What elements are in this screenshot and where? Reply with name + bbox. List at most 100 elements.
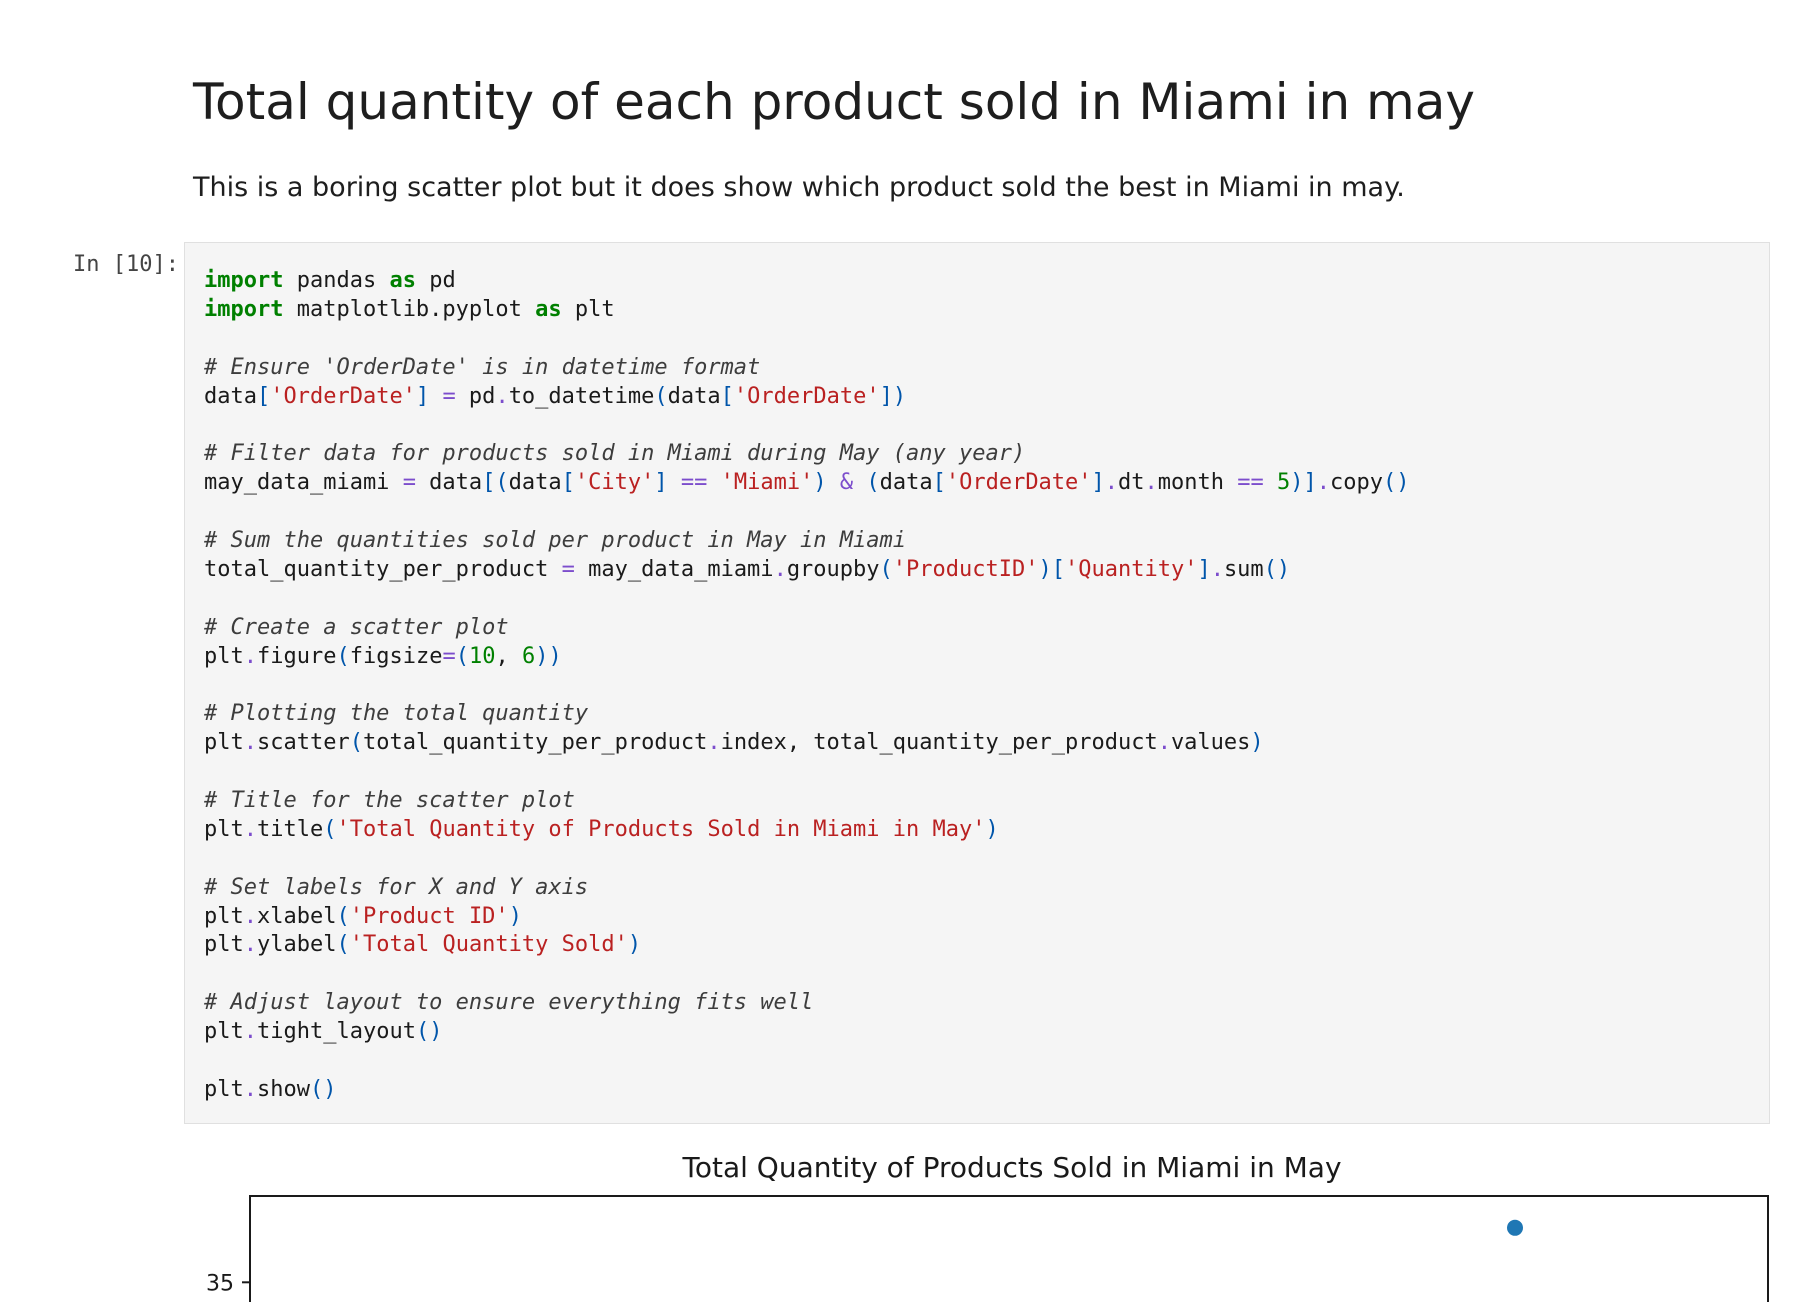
markdown-heading: Total quantity of each product sold in M… <box>193 73 1475 131</box>
code-token: 'Miami' <box>720 470 814 496</box>
code-line: # Adjust layout to ensure everything fit… <box>204 989 1410 1018</box>
code-token: pandas <box>283 268 390 293</box>
code-token: )[ <box>1038 556 1065 582</box>
code-token: # Set labels for X and Y axis <box>204 874 589 900</box>
code-token: plt <box>561 296 615 322</box>
code-token: pd <box>455 383 496 409</box>
code-token: copy <box>1330 470 1384 496</box>
code-token: ] <box>1197 556 1211 582</box>
code-token: == <box>1237 470 1264 496</box>
code-token: # Ensure 'OrderDate' is in datetime form… <box>204 354 761 380</box>
code-token: tight_layout <box>257 1019 416 1045</box>
code-token: may_data_miami <box>204 470 403 496</box>
code-token: 5 <box>1277 470 1291 496</box>
code-token: 'OrderDate' <box>733 383 880 409</box>
code-line: # Filter data for products sold in Miami… <box>204 440 1410 469</box>
code-token: data <box>508 470 562 496</box>
code-token: plt <box>204 816 244 842</box>
code-token: data <box>204 383 257 409</box>
code-token: [ <box>561 470 575 496</box>
code-token: ) <box>627 932 642 958</box>
plot-area: 35 <box>206 1195 1769 1302</box>
code-token: matplotlib.pyplot <box>283 296 536 322</box>
code-token: # Adjust layout to ensure everything fit… <box>204 990 814 1016</box>
code-token: . <box>773 556 787 582</box>
code-token: plt <box>204 730 244 756</box>
code-line: import matplotlib.pyplot as plt <box>204 296 1410 325</box>
code-token: as <box>535 296 562 322</box>
code-token: . <box>495 383 509 409</box>
code-token: import <box>204 296 284 322</box>
code-token: # Filter data for products sold in Miami… <box>204 441 1026 467</box>
code-token: [ <box>720 383 734 409</box>
code-line: may_data_miami = data[(data['City'] == '… <box>204 469 1410 498</box>
code-token: )) <box>535 643 562 669</box>
code-token: ) <box>1250 730 1264 756</box>
code-line: # Ensure 'OrderDate' is in datetime form… <box>204 354 1410 383</box>
code-line: import pandas as pd <box>204 267 1410 296</box>
code-text[interactable]: import pandas as pd import matplotlib.pyp… <box>204 267 1410 1105</box>
code-line: plt.tight_layout() <box>204 1018 1410 1047</box>
plot-frame <box>249 1195 1769 1302</box>
code-line: plt.xlabel('Product ID') <box>204 903 1410 932</box>
cell-output: Total Quantity of Products Sold in Miami… <box>184 1130 1796 1302</box>
code-token: . <box>1144 470 1158 496</box>
code-line: # Set labels for X and Y axis <box>204 874 1410 903</box>
code-line: # Sum the quantities sold per product in… <box>204 527 1410 556</box>
code-token: # Create a scatter plot <box>204 614 509 640</box>
code-token: # Plotting the total quantity <box>204 701 589 727</box>
code-token: = <box>442 643 456 669</box>
code-token: ( <box>455 643 469 669</box>
code-line: plt.figure(figsize=(10, 6)) <box>204 643 1410 672</box>
code-token: . <box>243 816 257 842</box>
code-line: total_quantity_per_product = may_data_mi… <box>204 556 1410 585</box>
code-line: plt.scatter(total_quantity_per_product.i… <box>204 729 1410 758</box>
code-token: total_quantity_per_product <box>362 730 708 756</box>
code-token: as <box>389 268 416 293</box>
code-token: ( <box>879 556 893 582</box>
code-token: data <box>415 470 483 496</box>
code-token: [ <box>932 470 946 496</box>
code-token: . <box>1210 556 1224 582</box>
code-token: ( <box>336 932 350 958</box>
code-token: ( <box>336 643 350 669</box>
code-token: title <box>257 816 324 842</box>
code-token: 'ProductID' <box>892 556 1039 582</box>
code-token: () <box>1263 556 1291 582</box>
code-token: . <box>243 643 257 669</box>
code-token: data <box>667 383 721 409</box>
code-token: . <box>1316 470 1331 496</box>
code-token: sum <box>1223 556 1264 582</box>
code-token: ( <box>336 903 350 929</box>
code-token: )] <box>1290 470 1317 496</box>
code-token: ( <box>323 816 337 842</box>
code-token: xlabel <box>257 903 337 929</box>
code-token: 'Total Quantity of Products Sold in Miam… <box>336 816 986 842</box>
code-line: # Plotting the total quantity <box>204 700 1410 729</box>
code-token: ] <box>1091 470 1105 496</box>
code-token: figure <box>257 643 337 669</box>
code-token: . <box>1157 730 1171 756</box>
code-token: . <box>243 903 257 929</box>
code-token: ] <box>415 383 430 409</box>
code-token: month <box>1157 470 1238 496</box>
code-token: plt <box>204 1019 244 1045</box>
code-token: . <box>243 932 257 958</box>
code-line: data['OrderDate'] = pd.to_datetime(data[… <box>204 383 1410 412</box>
code-token: = <box>561 556 575 582</box>
markdown-paragraph: This is a boring scatter plot but it doe… <box>193 172 1405 203</box>
code-token: ( <box>349 730 363 756</box>
code-token: import <box>204 268 284 293</box>
code-cell-editor[interactable]: import pandas as pd import matplotlib.pyp… <box>184 242 1770 1124</box>
code-token: 'OrderDate' <box>270 383 416 409</box>
code-token: data <box>879 470 933 496</box>
code-token: [ <box>256 383 271 409</box>
code-token: ) <box>813 470 827 496</box>
